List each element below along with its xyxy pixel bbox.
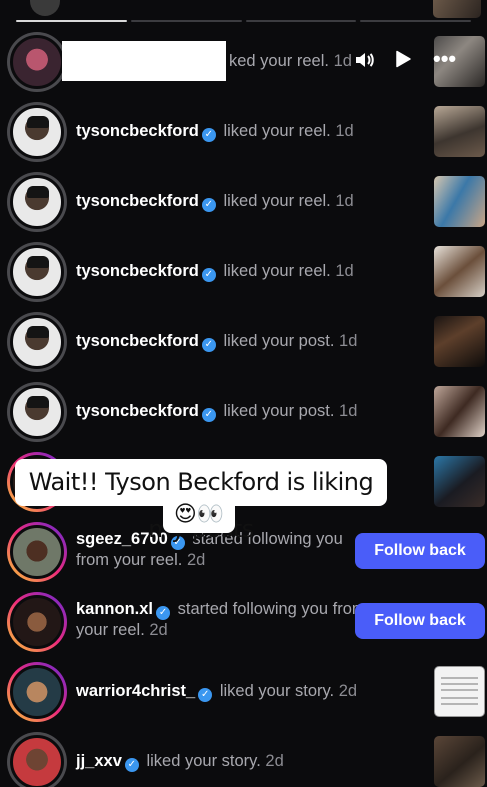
action-text: liked your story. bbox=[146, 752, 261, 770]
avatar[interactable] bbox=[7, 312, 67, 372]
username[interactable]: tysoncbeckford bbox=[76, 332, 199, 350]
avatar[interactable] bbox=[7, 32, 67, 92]
username[interactable]: warrior4christ_ bbox=[76, 682, 195, 700]
username[interactable]: tysoncbeckford bbox=[76, 192, 199, 210]
time-ago: 1d bbox=[339, 332, 358, 350]
notification-text: tysoncbeckford ✓ liked your post. 1d bbox=[76, 331, 357, 352]
post-thumbnail[interactable] bbox=[434, 246, 485, 297]
action-text: liked your reel. bbox=[223, 262, 331, 280]
notification-text: ked your reel. 1d bbox=[229, 51, 352, 72]
avatar[interactable] bbox=[7, 662, 67, 722]
verified-badge-icon: ✓ bbox=[201, 338, 216, 352]
follow-back-button[interactable]: Follow back bbox=[355, 533, 485, 569]
action-text: liked your story. bbox=[219, 682, 335, 700]
username[interactable]: tysoncbeckford bbox=[76, 262, 199, 280]
progress-segment bbox=[130, 20, 242, 22]
username[interactable]: tysoncbeckford bbox=[76, 122, 199, 140]
notification-text: warrior4christ_ ✓ liked your story. 2d bbox=[76, 681, 357, 702]
notification-row[interactable]: tysoncbeckford ✓ liked your reel. 1d bbox=[0, 236, 487, 306]
notification-list: ked your reel. 1d tysoncbeckford ✓ liked … bbox=[0, 26, 487, 787]
time-ago: 1d bbox=[335, 262, 354, 280]
notification-row[interactable]: tysoncbeckford ✓ liked your post. 1d bbox=[0, 306, 487, 376]
progress-segment bbox=[360, 20, 471, 22]
notification-text: tysoncbeckford ✓ liked your reel. 1d bbox=[76, 121, 354, 142]
verified-badge-icon: ✓ bbox=[201, 198, 216, 212]
avatar[interactable] bbox=[7, 522, 67, 582]
post-thumbnail[interactable] bbox=[434, 386, 485, 437]
notification-row[interactable]: tysoncbeckford ✓ liked your reel. 1d bbox=[0, 96, 487, 166]
action-text: liked your post. bbox=[223, 402, 335, 420]
notification-row[interactable]: tysoncbeckford ✓ liked your reel. 1d bbox=[0, 166, 487, 236]
avatar[interactable] bbox=[7, 242, 67, 302]
overlay-emoji-caption: 😍👀 bbox=[163, 495, 235, 533]
story-thumbnail[interactable] bbox=[434, 736, 485, 787]
notification-row[interactable]: jj_xxv ✓ liked your story. 2d bbox=[0, 726, 487, 787]
verified-badge-icon: ✓ bbox=[156, 606, 171, 620]
username[interactable]: kannon.xl bbox=[76, 600, 153, 618]
notification-text: tysoncbeckford ✓ liked your post. 1d bbox=[76, 401, 357, 422]
partial-thumbnail bbox=[433, 0, 481, 18]
redaction-box bbox=[62, 41, 226, 81]
post-thumbnail[interactable] bbox=[434, 176, 485, 227]
progress-segment bbox=[16, 20, 127, 22]
avatar[interactable] bbox=[7, 592, 67, 652]
username[interactable]: jj_xxv bbox=[76, 752, 122, 770]
avatar[interactable] bbox=[7, 732, 67, 787]
action-text: ked your reel. bbox=[229, 52, 329, 70]
avatar[interactable] bbox=[7, 172, 67, 232]
speaker-icon[interactable] bbox=[354, 50, 374, 70]
verified-badge-icon: ✓ bbox=[198, 688, 213, 702]
post-thumbnail[interactable] bbox=[434, 106, 485, 157]
progress-segment bbox=[245, 20, 357, 22]
story-progress-bar bbox=[16, 20, 471, 22]
verified-badge-icon: ✓ bbox=[201, 408, 216, 422]
notification-text: jj_xxv ✓ liked your story. 2d bbox=[76, 751, 284, 772]
verified-badge-icon: ✓ bbox=[201, 128, 216, 142]
follow-back-button[interactable]: Follow back bbox=[355, 603, 485, 639]
time-ago: 1d bbox=[335, 192, 354, 210]
username[interactable]: tysoncbeckford bbox=[76, 402, 199, 420]
action-text: liked your post. bbox=[223, 332, 335, 350]
notification-row[interactable]: tysoncbeckford ✓ liked your post. 1d bbox=[0, 376, 487, 446]
verified-badge-icon: ✓ bbox=[201, 268, 216, 282]
more-dots-icon[interactable]: ••• bbox=[433, 44, 463, 74]
verified-badge-icon: ✓ bbox=[124, 758, 139, 772]
notification-text: tysoncbeckford ✓ liked your reel. 1d bbox=[76, 261, 354, 282]
partial-avatar bbox=[30, 0, 60, 16]
notification-row[interactable]: kannon.xl ✓ started following you from yo… bbox=[0, 586, 487, 656]
time-ago: 2d bbox=[149, 621, 168, 639]
time-ago: 2d bbox=[265, 752, 284, 770]
post-thumbnail[interactable] bbox=[434, 456, 485, 507]
story-thumbnail[interactable] bbox=[434, 666, 485, 717]
play-icon[interactable] bbox=[394, 50, 412, 68]
action-text: liked your reel. bbox=[223, 122, 331, 140]
post-thumbnail[interactable] bbox=[434, 316, 485, 367]
time-ago: 2d bbox=[338, 682, 358, 700]
notification-row[interactable]: warrior4christ_ ✓ liked your story. 2d bbox=[0, 656, 487, 726]
time-ago: 1d bbox=[339, 402, 358, 420]
time-ago: 1d bbox=[333, 52, 352, 70]
time-ago: 2d bbox=[186, 551, 206, 569]
notification-text: kannon.xl ✓ started following you from yo… bbox=[76, 599, 377, 641]
time-ago: 1d bbox=[335, 122, 354, 140]
avatar[interactable] bbox=[7, 102, 67, 162]
avatar[interactable] bbox=[7, 382, 67, 442]
action-text: liked your reel. bbox=[223, 192, 331, 210]
notification-text: tysoncbeckford ✓ liked your reel. 1d bbox=[76, 191, 354, 212]
